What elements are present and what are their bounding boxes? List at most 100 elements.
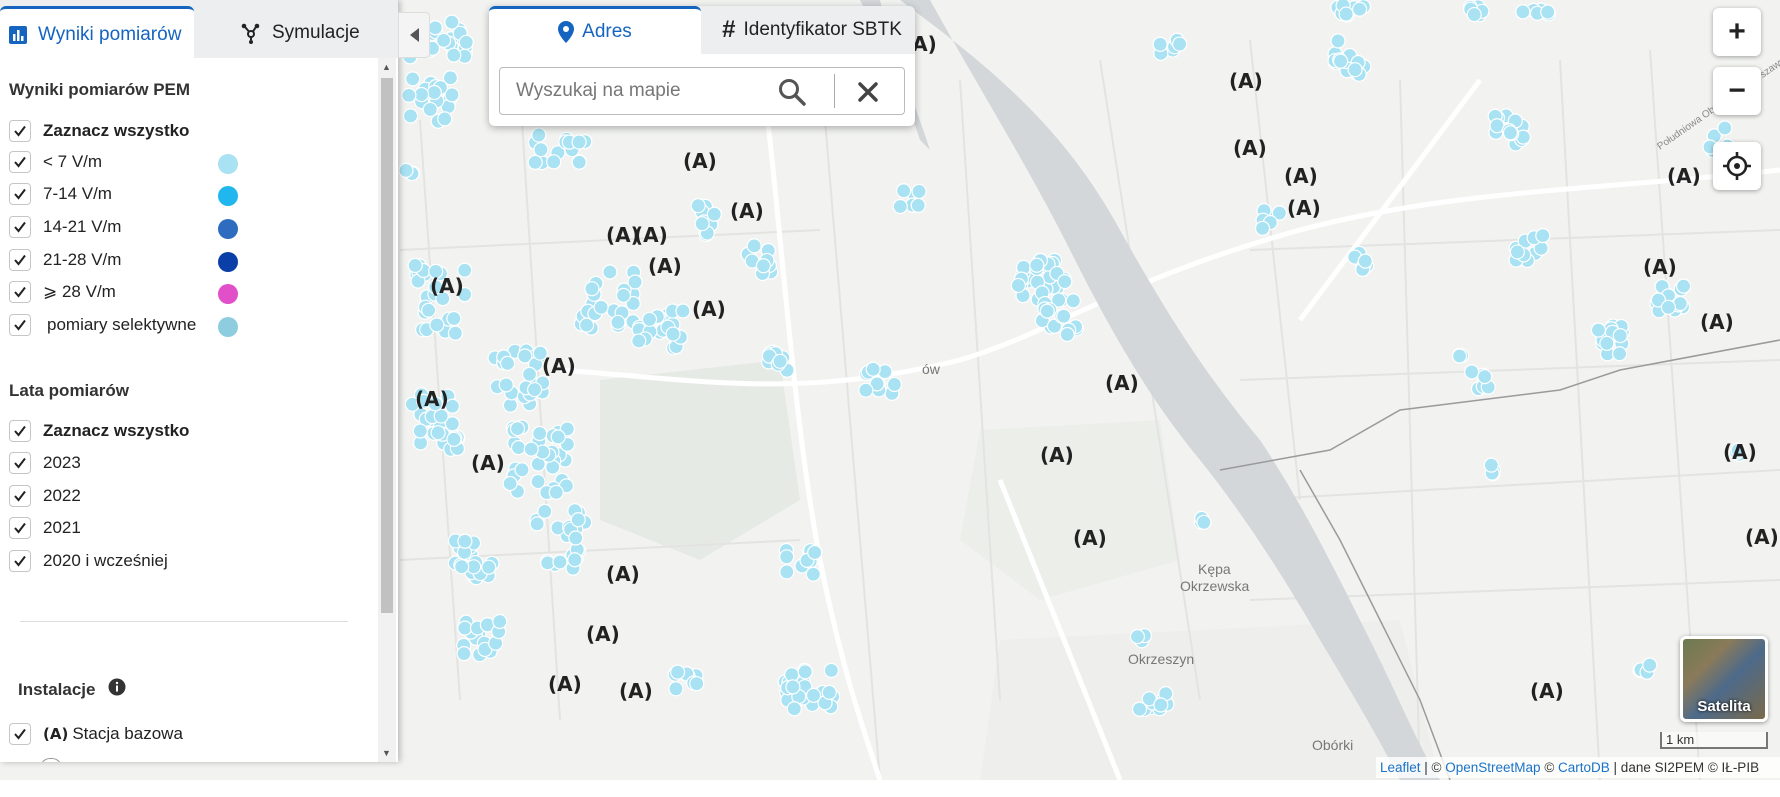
antenna-icon[interactable]: (A) [606,562,640,586]
measurement-point[interactable] [1332,53,1349,69]
select-all-years[interactable]: Zaznacz wszystko [9,417,189,445]
measurement-point[interactable] [436,32,452,48]
antenna-icon[interactable]: (A) [586,622,620,646]
measurement-point[interactable] [1254,220,1271,236]
measurement-point[interactable] [1483,457,1499,473]
measurement-point[interactable] [1153,697,1169,713]
measurement-point[interactable] [805,566,821,582]
measurement-point[interactable] [523,441,539,457]
checkbox[interactable] [9,485,31,507]
satellite-layer-toggle[interactable]: Satelita [1680,636,1768,722]
measurement-point[interactable] [1129,629,1146,645]
antenna-icon[interactable]: (A) [548,672,582,696]
checkbox[interactable] [9,723,31,745]
antenna-icon[interactable]: (A) [1723,440,1757,464]
measurement-point[interactable] [1642,657,1658,673]
year-row[interactable]: 2022 [9,482,81,510]
tab-identyfikator-sbtk[interactable]: # Identyfikator SBTK [709,6,915,54]
measurement-point[interactable] [458,34,474,50]
measurement-point[interactable] [570,512,586,528]
antenna-icon[interactable]: (A) [1530,679,1564,703]
antenna-icon[interactable]: (A) [1233,136,1267,160]
tab-wyniki-pomiarow[interactable]: Wyniki pomiarów [0,6,194,61]
measurement-point[interactable] [509,421,526,437]
measurement-point[interactable] [446,431,462,447]
measurement-point[interactable] [426,84,442,101]
measurement-point[interactable] [668,681,684,697]
measurement-point[interactable] [427,20,443,36]
tab-adres[interactable]: Adres [489,6,701,55]
antenna-icon[interactable]: (A) [1229,69,1263,93]
measurement-point[interactable] [429,317,445,333]
measurement-point[interactable] [481,559,497,575]
measurement-point[interactable] [526,381,543,398]
measurement-point[interactable] [498,377,514,393]
level-row[interactable]: 21-28 V/m [9,246,121,274]
measurement-point[interactable] [1338,6,1354,22]
measurement-point[interactable] [502,475,518,492]
measurement-point[interactable] [1540,4,1556,20]
antenna-icon[interactable]: (A) [415,387,449,411]
measurement-point[interactable] [537,503,553,520]
measurement-point[interactable] [1535,228,1551,244]
measurement-point[interactable] [532,425,548,442]
measurement-point[interactable] [641,311,658,328]
measurement-point[interactable] [1466,6,1482,23]
level-row[interactable]: 7-14 V/m [9,180,112,208]
measurement-point[interactable] [457,533,473,549]
measurement-point[interactable] [910,197,926,213]
measurement-point[interactable] [568,530,584,546]
measurement-point[interactable] [413,86,430,103]
measurement-point[interactable] [1196,514,1212,530]
measurement-point[interactable] [407,257,423,274]
checkbox[interactable] [9,120,31,142]
measurement-point[interactable] [779,564,795,580]
measurement-point[interactable] [665,326,681,342]
measurement-point[interactable] [457,620,473,636]
measurement-point[interactable] [858,382,874,398]
zoom-out-button[interactable]: − [1713,67,1761,115]
measurement-point[interactable] [430,425,446,441]
measurement-point[interactable] [529,516,545,532]
measurement-point[interactable] [886,376,903,393]
measurement-point[interactable] [1464,364,1480,380]
year-row[interactable]: 2021 [9,514,81,542]
measurement-point[interactable] [514,462,530,478]
antenna-icon[interactable]: (A) [683,149,717,173]
measurement-point[interactable] [892,198,908,215]
scroll-down-icon[interactable]: ▼ [382,748,391,758]
measurement-point[interactable] [593,299,609,315]
measurement-point[interactable] [1612,346,1628,362]
measurement-point[interactable] [1357,253,1373,269]
measurement-point[interactable] [446,47,462,63]
measurement-point[interactable] [1330,33,1346,49]
year-row[interactable]: 2020 i wcześniej [9,547,168,575]
antenna-icon[interactable]: (A) [1287,196,1321,220]
measurement-point[interactable] [610,314,626,330]
tab-symulacje[interactable]: Symulacje [232,8,392,58]
measurement-point[interactable] [1352,1,1368,17]
info-icon[interactable] [108,678,126,701]
measurement-point[interactable] [1675,278,1692,294]
measurement-point[interactable] [1509,244,1526,260]
close-icon[interactable] [858,82,878,107]
measurement-point[interactable] [521,366,538,383]
collapse-panel-button[interactable] [398,12,430,58]
level-row[interactable]: ⩾ 28 V/m [9,278,116,306]
measurement-point[interactable] [527,154,543,170]
measurement-point[interactable] [689,676,705,692]
measurement-point[interactable] [779,549,795,565]
antenna-icon[interactable]: (A) [692,297,726,321]
measurement-point[interactable] [401,87,417,103]
measurement-point[interactable] [823,662,839,679]
measurement-point[interactable] [422,101,438,118]
antenna-icon[interactable]: (A) [1643,255,1677,279]
checkbox[interactable] [9,550,31,572]
antenna-icon[interactable]: (A) [542,354,576,378]
measurement-point[interactable] [1172,36,1188,52]
measurement-point[interactable] [1660,299,1677,315]
measurement-point[interactable] [1502,125,1519,141]
measurement-point[interactable] [1477,369,1493,385]
measurement-point[interactable] [602,264,618,280]
antenna-icon[interactable]: (A) [471,451,505,475]
